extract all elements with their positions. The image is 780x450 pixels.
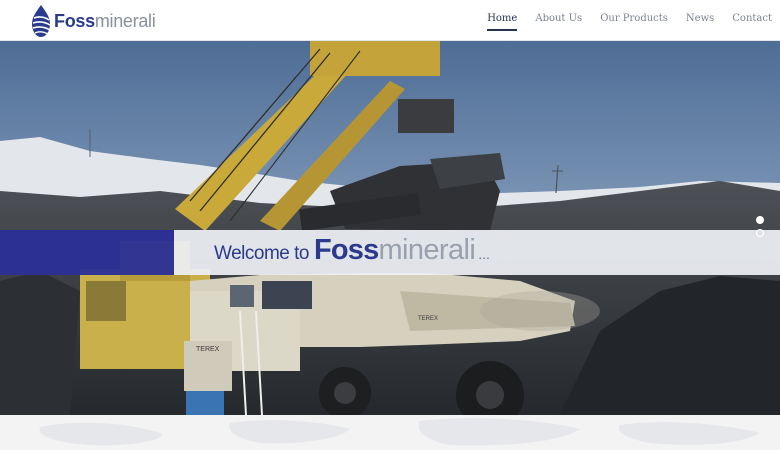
nav-home[interactable]: Home — [487, 12, 518, 31]
truck-lettering-front: TEREX — [196, 346, 220, 353]
hero-slider: TEREX TEREX Welcome to Foss minerali ... — [0, 41, 780, 415]
nav-contact[interactable]: Contact — [732, 12, 772, 29]
welcome-brand-light: minerali — [378, 234, 476, 266]
slider-dot-1[interactable] — [756, 216, 764, 224]
nav-our-products[interactable]: Our Products — [600, 12, 668, 29]
truck-lettering-side: TEREX — [418, 316, 438, 322]
slider-dot-2[interactable] — [756, 229, 764, 237]
nav-about-us[interactable]: About Us — [535, 12, 582, 29]
welcome-heading: Welcome to Foss minerali ... — [214, 234, 490, 272]
main-nav: Home About Us Our Products News Contact — [469, 0, 772, 41]
logo-wordmark: Fossminerali — [54, 11, 156, 32]
welcome-banner-blue-block — [0, 230, 174, 275]
welcome-ellipsis: ... — [478, 246, 490, 262]
site-logo[interactable]: Fossminerali — [30, 4, 156, 38]
welcome-banner: Welcome to Foss minerali ... — [0, 230, 780, 275]
world-map-section — [0, 415, 780, 450]
logo-bold-text: Foss — [54, 11, 95, 31]
mining-scene-image: TEREX TEREX — [0, 41, 780, 415]
site-header: Fossminerali Home About Us Our Products … — [0, 0, 780, 41]
slider-pagination — [756, 216, 768, 242]
logo-light-text: minerali — [94, 11, 156, 31]
welcome-brand-bold: Foss — [313, 234, 379, 266]
world-map-background — [39, 418, 760, 446]
welcome-prefix: Welcome to — [214, 243, 309, 264]
page: Fossminerali Home About Us Our Products … — [0, 0, 780, 450]
drop-swirl-icon — [30, 4, 52, 38]
nav-news[interactable]: News — [686, 12, 714, 29]
